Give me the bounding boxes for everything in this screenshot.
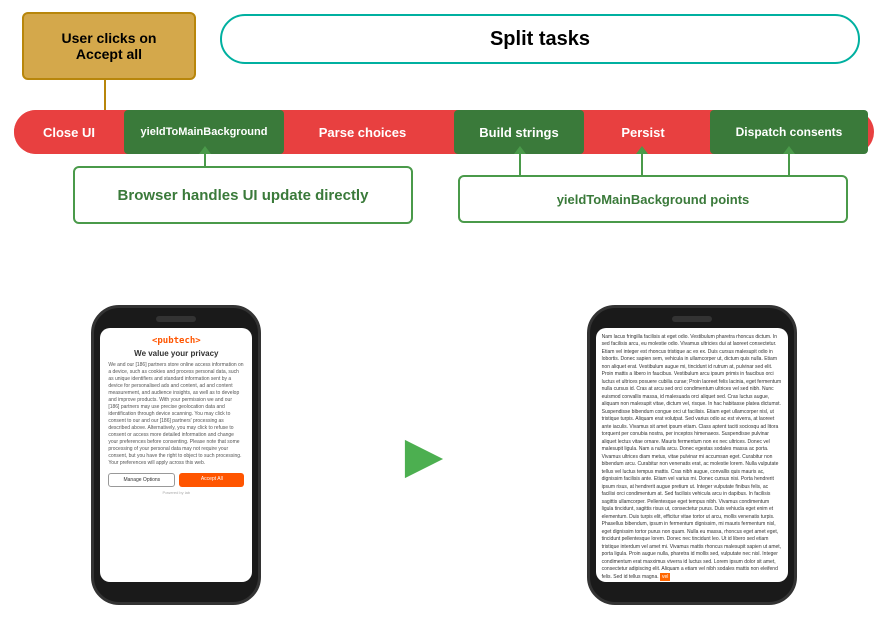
browser-handles-label: Browser handles UI update directly (118, 187, 369, 204)
article-text: Nam lacus fringilla facilisis at eget od… (596, 328, 788, 582)
segment-close-ui: Close UI (14, 110, 124, 154)
split-tasks-oval: Split tasks (220, 14, 860, 64)
consent-buttons: Manage Options Accept All (108, 473, 244, 487)
split-tasks-label: Split tasks (490, 28, 590, 51)
user-clicks-label: User clicks on Accept all (62, 30, 157, 62)
phone-article: Nam lacus fringilla facilisis at eget od… (587, 305, 797, 605)
accept-all-button[interactable]: Accept All (179, 473, 244, 487)
article-highlight: vel (660, 573, 670, 581)
phone-article-screen: Nam lacus fringilla facilisis at eget od… (596, 328, 788, 582)
phone2-notch (672, 316, 712, 322)
consent-ui: <pubtech> We value your privacy We and o… (100, 328, 252, 503)
user-clicks-box: User clicks on Accept all (22, 12, 196, 80)
consent-footer: Powered by iab (108, 490, 244, 495)
arrow-yield-2 (641, 154, 643, 176)
phone-consent-screen: <pubtech> We value your privacy We and o… (100, 328, 252, 582)
arrow-yield-1 (519, 154, 521, 176)
transition-arrow (384, 430, 464, 480)
phone-consent: <pubtech> We value your privacy We and o… (91, 305, 261, 605)
arrow-yield-3 (788, 154, 790, 176)
phones-area: <pubtech> We value your privacy We and o… (0, 290, 888, 619)
browser-handles-box: Browser handles UI update directly (73, 166, 413, 224)
consent-header: <pubtech> (108, 336, 244, 346)
manage-options-button[interactable]: Manage Options (108, 473, 175, 487)
yield-points-box: yieldToMainBackground points (458, 175, 848, 223)
diagram-area: User clicks on Accept all Split tasks Cl… (0, 0, 888, 280)
yield-points-label: yieldToMainBackground points (557, 192, 750, 207)
arrow-browser-to-pipeline (204, 154, 206, 166)
phone-notch (156, 316, 196, 322)
segment-parse: Parse choices (285, 110, 440, 154)
consent-title: We value your privacy (108, 349, 244, 358)
consent-body: We and our [186] partners store online a… (108, 362, 244, 467)
